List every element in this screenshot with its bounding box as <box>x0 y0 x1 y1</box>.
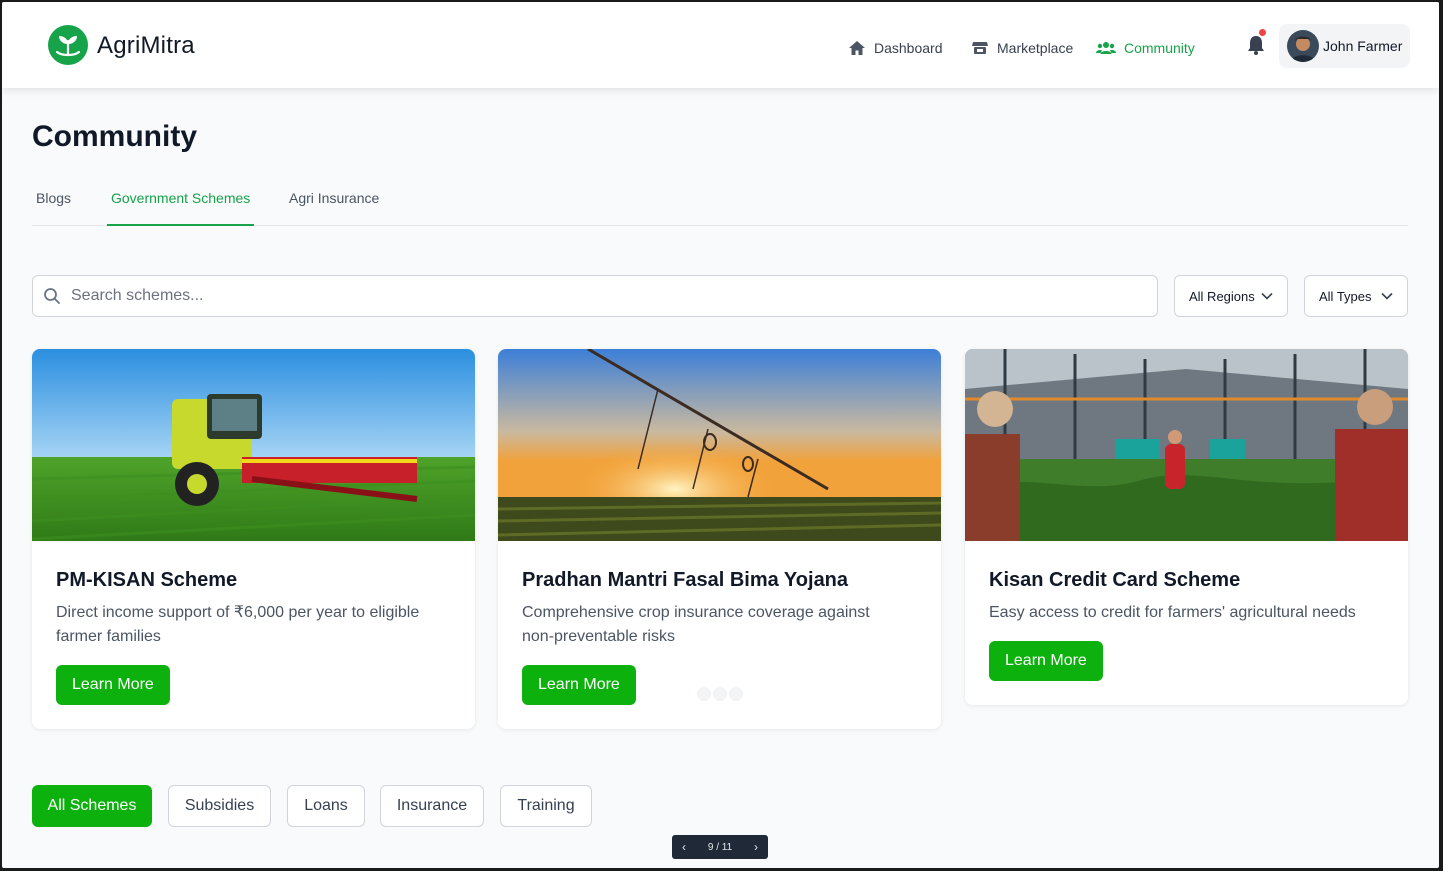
chevron-left-icon[interactable]: ‹ <box>682 840 686 854</box>
chevron-right-icon[interactable]: › <box>754 840 758 854</box>
nav-community[interactable]: Community <box>1096 38 1195 58</box>
learn-more-button[interactable]: Learn More <box>989 641 1103 681</box>
harvester-field-image <box>32 349 475 541</box>
type-filter-select[interactable]: All Types <box>1304 275 1408 317</box>
slide-pager: ‹ 9 / 11 › <box>672 835 768 859</box>
category-subsidies[interactable]: Subsidies <box>168 785 271 827</box>
region-filter-value: All Regions <box>1189 288 1255 304</box>
pager-text: 9 / 11 <box>707 841 733 853</box>
home-icon <box>849 41 865 55</box>
search-icon <box>44 288 60 304</box>
loading-dots <box>698 688 742 700</box>
nav-dashboard-label: Dashboard <box>874 40 943 56</box>
learn-more-button[interactable]: Learn More <box>56 665 170 705</box>
nav-marketplace-label: Marketplace <box>997 40 1074 56</box>
category-insurance[interactable]: Insurance <box>380 785 484 827</box>
category-all-schemes[interactable]: All Schemes <box>32 785 152 827</box>
section-tabs: Blogs Government Schemes Agri Insurance <box>32 186 1408 226</box>
scheme-card: Kisan Credit Card Scheme Easy access to … <box>965 349 1408 705</box>
greenhouse-training-image <box>965 349 1408 541</box>
nav-community-label: Community <box>1124 40 1195 56</box>
type-filter-value: All Types <box>1319 288 1372 304</box>
irrigation-sunset-image <box>498 349 941 541</box>
user-profile-button[interactable]: John Farmer <box>1279 24 1410 68</box>
region-filter-select[interactable]: All Regions <box>1174 275 1288 317</box>
user-name: John Farmer <box>1323 38 1403 54</box>
scheme-description: Comprehensive crop insurance coverage ag… <box>522 604 870 645</box>
store-icon <box>972 42 988 54</box>
chevron-down-icon <box>1261 292 1273 300</box>
category-training[interactable]: Training <box>500 785 592 827</box>
brand-name[interactable]: AgriMitra <box>97 32 195 60</box>
leaf-logo-icon[interactable] <box>48 25 88 65</box>
learn-more-button[interactable]: Learn More <box>522 665 636 705</box>
search-box <box>32 275 1158 317</box>
bell-icon[interactable] <box>1246 34 1266 56</box>
nav-dashboard[interactable]: Dashboard <box>848 38 943 58</box>
tab-government-schemes[interactable]: Government Schemes <box>107 190 255 226</box>
search-input[interactable] <box>71 287 1111 305</box>
scheme-card: PM-KISAN Scheme Direct income support of… <box>32 349 475 729</box>
tab-agri-insurance[interactable]: Agri Insurance <box>289 190 379 226</box>
avatar <box>1287 30 1319 62</box>
scheme-card: Pradhan Mantri Fasal Bima Yojana Compreh… <box>498 349 941 729</box>
app-window: AgriMitra Dashboard Marketplace Communit… <box>2 2 1439 868</box>
users-icon <box>1096 42 1116 54</box>
notification-badge <box>1259 29 1266 36</box>
scheme-description: Easy access to credit for farmers' agric… <box>989 604 1356 621</box>
chevron-down-icon <box>1381 292 1393 300</box>
nav-marketplace[interactable]: Marketplace <box>971 38 1073 58</box>
top-navbar: AgriMitra Dashboard Marketplace Communit… <box>2 2 1439 88</box>
scheme-title: PM-KISAN Scheme <box>56 569 238 591</box>
scheme-title: Kisan Credit Card Scheme <box>989 569 1241 591</box>
page-title: Community <box>32 120 197 153</box>
scheme-title: Pradhan Mantri Fasal Bima Yojana <box>522 569 849 591</box>
tab-blogs[interactable]: Blogs <box>36 190 71 226</box>
scheme-description: Direct income support of ₹6,000 per year… <box>56 604 420 645</box>
category-loans[interactable]: Loans <box>287 785 365 827</box>
